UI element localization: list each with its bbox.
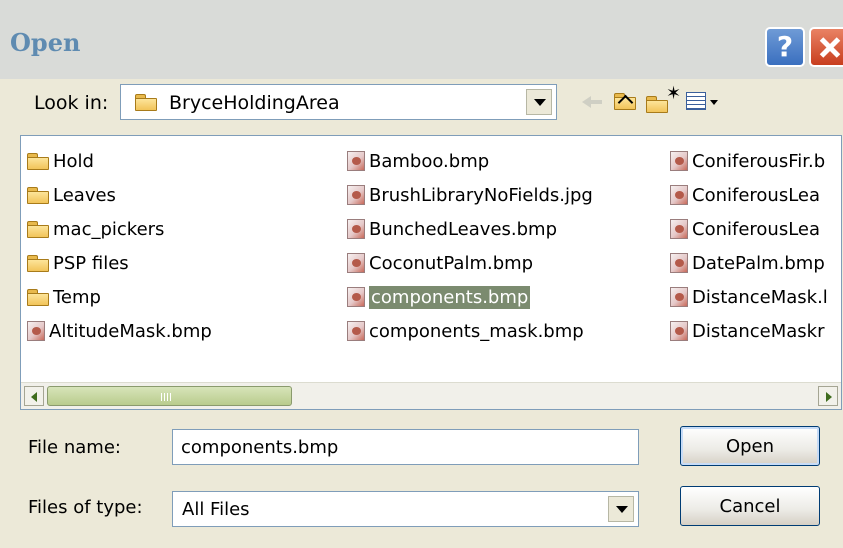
file-name: Hold (53, 150, 94, 172)
image-file-icon (347, 219, 365, 239)
list-item[interactable]: Hold (21, 144, 212, 178)
dropdown-arrow-icon[interactable] (608, 496, 634, 522)
new-folder-button[interactable]: ✶ (646, 83, 682, 114)
list-item[interactable]: BrushLibraryNoFields.jpg (341, 178, 593, 212)
list-item[interactable]: Temp (21, 280, 212, 314)
file-name: BrushLibraryNoFields.jpg (369, 184, 593, 206)
list-item[interactable]: Leaves (21, 178, 212, 212)
help-button[interactable]: ? (765, 27, 805, 67)
list-item[interactable]: DistanceMaskr (664, 314, 828, 348)
scrollbar-thumb[interactable] (47, 386, 292, 406)
list-item[interactable]: BunchedLeaves.bmp (341, 212, 593, 246)
chevron-down-icon (710, 100, 718, 105)
image-file-icon (670, 219, 688, 239)
close-button[interactable] (809, 27, 843, 67)
file-name: ConiferousFir.b (692, 150, 826, 172)
file-column-2: Bamboo.bmp BrushLibraryNoFields.jpg Bunc… (341, 144, 593, 348)
image-file-icon (347, 321, 365, 341)
list-item[interactable]: DistanceMask.l (664, 280, 828, 314)
scroll-left-icon[interactable] (24, 386, 44, 406)
list-item[interactable]: mac_pickers (21, 212, 212, 246)
file-name-label: File name: (28, 437, 121, 458)
image-file-icon (27, 321, 45, 341)
cancel-button[interactable]: Cancel (680, 486, 820, 526)
file-type-label: Files of type: (28, 497, 143, 518)
folder-icon (27, 255, 49, 272)
image-file-icon (670, 185, 688, 205)
up-one-level-button[interactable] (612, 88, 638, 114)
image-file-icon (670, 321, 688, 341)
sparkle-icon: ✶ (666, 83, 682, 104)
look-in-value: BryceHoldingArea (169, 92, 340, 114)
scroll-right-icon[interactable] (818, 386, 838, 406)
view-menu-button[interactable] (686, 90, 726, 114)
file-name: DistanceMaskr (692, 320, 825, 342)
image-file-icon (347, 185, 365, 205)
file-type-dropdown[interactable]: All Files (172, 491, 639, 527)
folder-icon (27, 187, 49, 204)
list-item[interactable]: AltitudeMask.bmp (21, 314, 212, 348)
folder-icon (27, 221, 49, 238)
horizontal-scrollbar[interactable] (21, 382, 841, 409)
open-button[interactable]: Open (680, 426, 820, 466)
view-menu-icon (686, 92, 706, 110)
image-file-icon (347, 287, 365, 307)
file-name: Bamboo.bmp (369, 150, 490, 172)
image-file-icon (347, 253, 365, 273)
image-file-icon (670, 287, 688, 307)
file-name: components.bmp (369, 285, 531, 309)
file-name: ConiferousLea (692, 184, 821, 206)
image-file-icon (670, 253, 688, 273)
folder-icon (27, 153, 49, 170)
file-name: PSP files (53, 252, 129, 274)
file-type-value: All Files (182, 499, 250, 520)
file-name: Leaves (53, 184, 116, 206)
image-file-icon (670, 151, 688, 171)
list-item[interactable]: ConiferousFir.b (664, 144, 828, 178)
file-name: AltitudeMask.bmp (49, 320, 212, 342)
file-name: CoconutPalm.bmp (369, 252, 534, 274)
file-name: DatePalm.bmp (692, 252, 825, 274)
file-column-3: ConiferousFir.b ConiferousLea Coniferous… (664, 144, 828, 348)
file-name: ConiferousLea (692, 218, 821, 240)
list-item[interactable]: Bamboo.bmp (341, 144, 593, 178)
file-name: mac_pickers (53, 218, 165, 240)
new-folder-icon (646, 96, 668, 113)
list-item[interactable]: PSP files (21, 246, 212, 280)
file-name: components_mask.bmp (369, 320, 584, 342)
list-item-selected[interactable]: components.bmp (341, 280, 593, 314)
list-item[interactable]: ConiferousLea (664, 178, 828, 212)
help-icon: ? (776, 30, 794, 63)
folder-icon (135, 94, 157, 111)
look-in-dropdown[interactable]: BryceHoldingArea (120, 84, 557, 120)
back-button[interactable] (582, 90, 606, 114)
dropdown-arrow-icon[interactable] (526, 89, 552, 115)
window-title: Open (10, 28, 81, 57)
file-name: BunchedLeaves.bmp (369, 218, 557, 240)
file-name: DistanceMask.l (692, 286, 828, 308)
list-item[interactable]: ConiferousLea (664, 212, 828, 246)
folder-icon (27, 289, 49, 306)
file-list[interactable]: Hold Leaves mac_pickers PSP files Temp A… (20, 135, 842, 410)
file-name: Temp (53, 286, 101, 308)
list-item[interactable]: DatePalm.bmp (664, 246, 828, 280)
title-bar[interactable]: Open ? (0, 0, 843, 79)
look-in-label: Look in: (34, 92, 109, 114)
file-column-1: Hold Leaves mac_pickers PSP files Temp A… (21, 144, 212, 348)
file-name-input[interactable] (172, 429, 639, 465)
list-item[interactable]: CoconutPalm.bmp (341, 246, 593, 280)
image-file-icon (347, 151, 365, 171)
list-item[interactable]: components_mask.bmp (341, 314, 593, 348)
